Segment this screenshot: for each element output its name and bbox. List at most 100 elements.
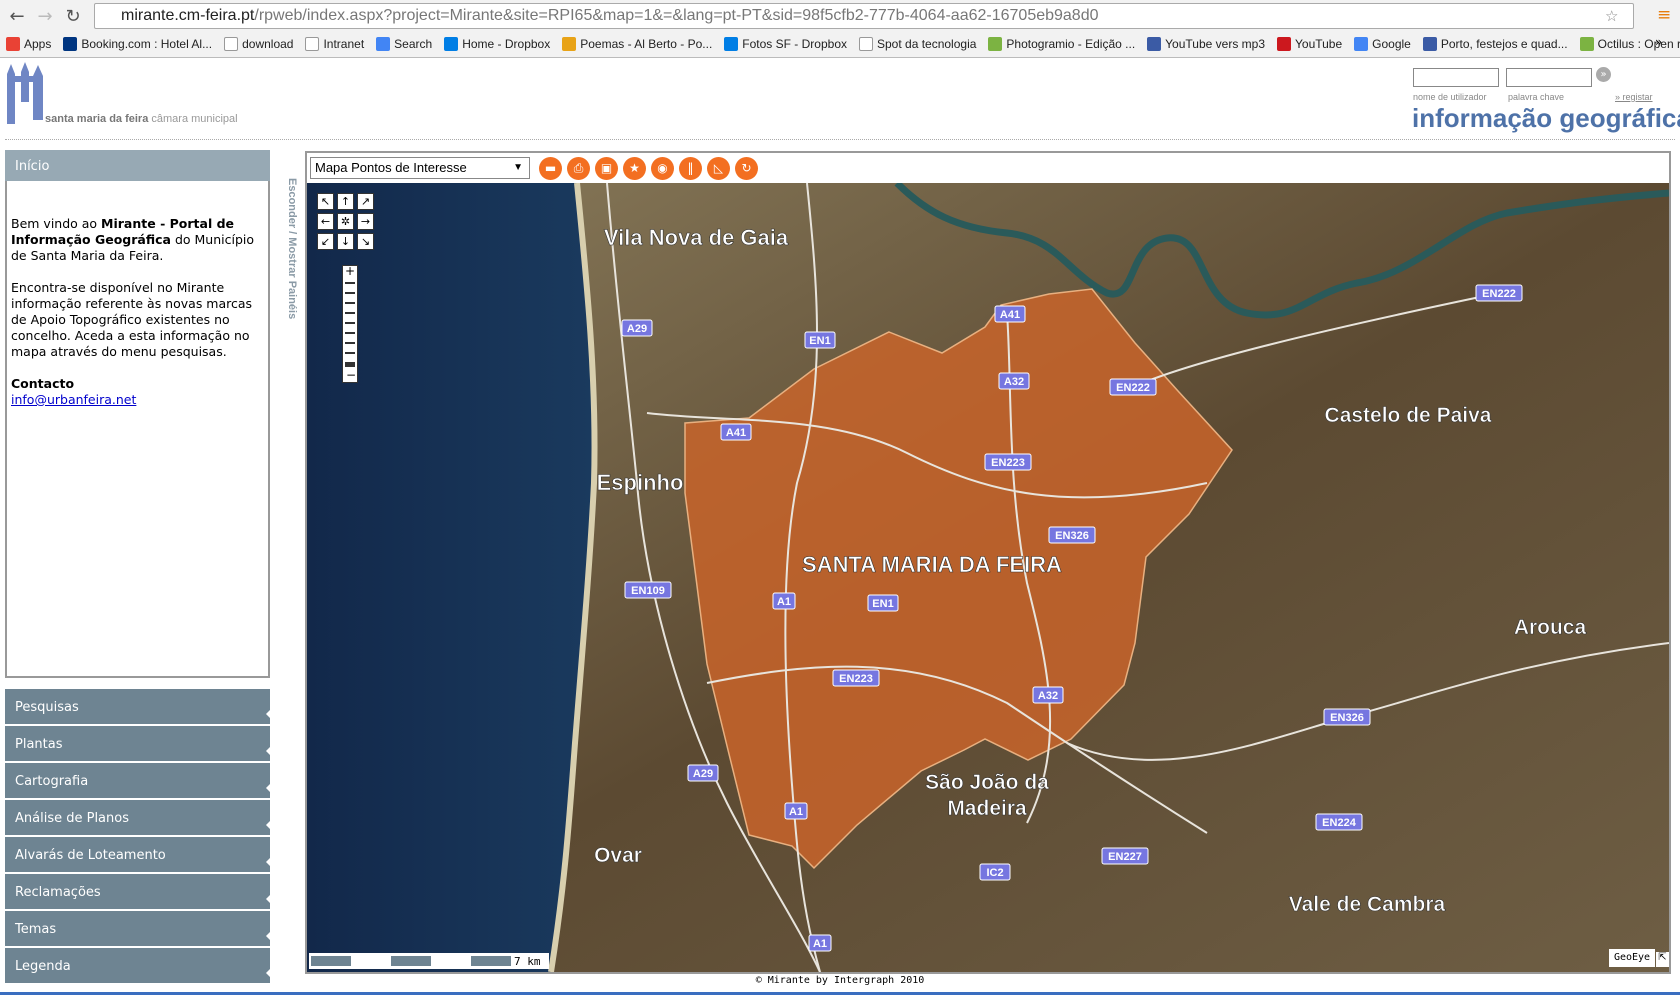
- road-shield: EN1: [867, 594, 899, 612]
- map-canvas[interactable]: Vila Nova de Gaia Espinho SANTA MARIA DA F…: [307, 183, 1669, 972]
- login-go-icon[interactable]: »: [1596, 67, 1611, 82]
- bookmarks-bar: Apps Booking.com : Hotel Al... download Int…: [6, 33, 1680, 55]
- zoom-tick[interactable]: [345, 292, 355, 294]
- bookmark-label: Porto, festejos e quad...: [1440, 37, 1568, 51]
- zoom-tick[interactable]: [345, 312, 355, 314]
- layer-select[interactable]: Mapa Pontos de Interesse ▼: [310, 157, 530, 179]
- reload-icon[interactable]: ↻: [62, 6, 84, 27]
- bookmark[interactable]: Poemas - Al Berto - Po...: [562, 37, 712, 51]
- back-icon[interactable]: ←: [6, 6, 28, 27]
- register-link[interactable]: » registar: [1615, 92, 1653, 102]
- pan-nw-icon[interactable]: ↖: [317, 193, 334, 210]
- zoom-out-icon[interactable]: −: [346, 368, 356, 382]
- place-label: Castelo de Paiva: [1325, 404, 1492, 427]
- pan-e-icon[interactable]: →: [357, 213, 374, 230]
- menu-icon[interactable]: ≡: [1657, 5, 1671, 25]
- road-shield: A1: [808, 934, 832, 952]
- url-path: /rpweb/index.aspx?project=Mirante&site=R…: [254, 7, 1099, 24]
- bookmark[interactable]: Fotos SF - Dropbox: [724, 37, 847, 51]
- target-icon[interactable]: ◉: [651, 157, 674, 180]
- bookmark[interactable]: Octilus : Open requests: [1579, 37, 1680, 51]
- pan-ne-icon[interactable]: ↗: [357, 193, 374, 210]
- pan-n-icon[interactable]: ↑: [337, 193, 354, 210]
- svg-text:EN223: EN223: [839, 673, 873, 685]
- logo-text: santa maria da feira câmara municipal: [45, 113, 238, 125]
- bookmark-label: Google: [1372, 37, 1411, 51]
- place-label: Arouca: [1514, 616, 1587, 639]
- zoom-tick[interactable]: [345, 282, 355, 284]
- road-shield: EN222: [1109, 378, 1157, 396]
- sidebar-item[interactable]: Reclamações: [5, 874, 270, 909]
- scale-label: 7 km: [514, 954, 541, 968]
- bookmark[interactable]: Booking.com : Hotel Al...: [63, 37, 212, 51]
- zoom-tick[interactable]: [345, 362, 355, 367]
- bookmark-label: YouTube: [1295, 37, 1343, 51]
- address-bar[interactable]: mirante.cm-feira.pt/rpweb/index.aspx?pro…: [94, 3, 1634, 29]
- road-shield: A1: [784, 802, 808, 820]
- bookmark-label: YouTube vers mp3: [1165, 37, 1265, 51]
- expand-icon[interactable]: ⇱: [1656, 952, 1669, 967]
- bookmark[interactable]: download: [224, 37, 293, 51]
- bookmark[interactable]: Search: [376, 37, 432, 51]
- bookmark[interactable]: Photogramio - Edição ...: [988, 37, 1135, 51]
- password-input[interactable]: [1506, 68, 1592, 87]
- bookmark-label: Octilus : Open requests: [1597, 37, 1680, 51]
- print-icon[interactable]: ⎙: [567, 157, 590, 180]
- bookmark[interactable]: Apps: [6, 37, 51, 51]
- username-input[interactable]: [1413, 68, 1499, 87]
- pan-w-icon[interactable]: ←: [317, 213, 334, 230]
- star-icon[interactable]: ★: [623, 157, 646, 180]
- pan-sw-icon[interactable]: ↙: [317, 233, 334, 250]
- contact-title: Contacto: [11, 376, 75, 391]
- toggle-panels-button[interactable]: Esconder / Mostrar Painéis: [276, 178, 298, 338]
- bookmark[interactable]: YouTube: [1277, 37, 1342, 51]
- sidebar-item[interactable]: Temas: [5, 911, 270, 946]
- road-shield: EN1: [804, 331, 836, 349]
- bookmark-label: download: [242, 37, 294, 51]
- sidebar-item[interactable]: Cartografia: [5, 763, 270, 798]
- bookmark[interactable]: YouTube vers mp3: [1147, 37, 1265, 51]
- road-shield: EN224: [1315, 813, 1363, 831]
- sidebar-item[interactable]: Plantas: [5, 726, 270, 761]
- measure-icon[interactable]: ‖: [679, 157, 702, 180]
- zoom-tick[interactable]: [345, 322, 355, 324]
- zoom-tick[interactable]: [345, 302, 355, 304]
- bookmark[interactable]: Porto, festejos e quad...: [1422, 37, 1568, 51]
- contact-email-link[interactable]: info@urbanfeira.net: [11, 392, 136, 407]
- panel-home-header[interactable]: Início: [5, 150, 270, 181]
- browser-chrome: ← → ↻ mirante.cm-feira.pt/rpweb/index.as…: [0, 0, 1680, 58]
- sidebar-item[interactable]: Análise de Planos: [5, 800, 270, 835]
- pan-center-icon[interactable]: ✲: [337, 213, 354, 230]
- svg-text:A32: A32: [1038, 690, 1058, 702]
- zoom-in-icon[interactable]: +: [345, 264, 355, 278]
- more-bookmarks[interactable]: »: [1655, 35, 1662, 49]
- bookmark[interactable]: Home - Dropbox: [444, 37, 550, 51]
- info-text: Encontra-se disponível no Mirante inform…: [11, 280, 253, 359]
- zoom-slider[interactable]: + −: [342, 264, 358, 383]
- place-label: Espinho: [597, 470, 684, 495]
- place-label: Ovar: [594, 844, 642, 867]
- bookmark[interactable]: Google: [1354, 37, 1411, 51]
- zoom-tick[interactable]: [345, 352, 355, 354]
- pan-s-icon[interactable]: ↓: [337, 233, 354, 250]
- ruler-icon[interactable]: ▬: [539, 157, 562, 180]
- map-panel: Mapa Pontos de Interesse ▼ ▬ ⎙ ▣ ★ ◉ ‖ ◺ ↻ Vila …: [305, 151, 1671, 974]
- star-icon[interactable]: ☆: [1605, 7, 1618, 25]
- sidebar-item[interactable]: Alvarás de Loteamento: [5, 837, 270, 872]
- svg-text:EN222: EN222: [1116, 382, 1150, 394]
- pan-se-icon[interactable]: ↘: [357, 233, 374, 250]
- bookmark[interactable]: Intranet: [305, 37, 364, 51]
- zoom-tick[interactable]: [345, 342, 355, 344]
- svg-text:A29: A29: [627, 323, 647, 335]
- area-icon[interactable]: ◺: [707, 157, 730, 180]
- save-icon[interactable]: ▣: [595, 157, 618, 180]
- forward-icon[interactable]: →: [34, 6, 56, 27]
- place-label: Madeira: [947, 797, 1027, 820]
- bookmark[interactable]: Spot da tecnologia: [859, 37, 976, 51]
- refresh-icon[interactable]: ↻: [735, 157, 758, 180]
- bookmark-label: Photogramio - Edição ...: [1006, 37, 1136, 51]
- bookmark-icon: [444, 37, 459, 51]
- bookmark-label: Booking.com : Hotel Al...: [81, 37, 213, 51]
- sidebar-item[interactable]: Pesquisas: [5, 689, 270, 724]
- zoom-tick[interactable]: [345, 332, 355, 334]
